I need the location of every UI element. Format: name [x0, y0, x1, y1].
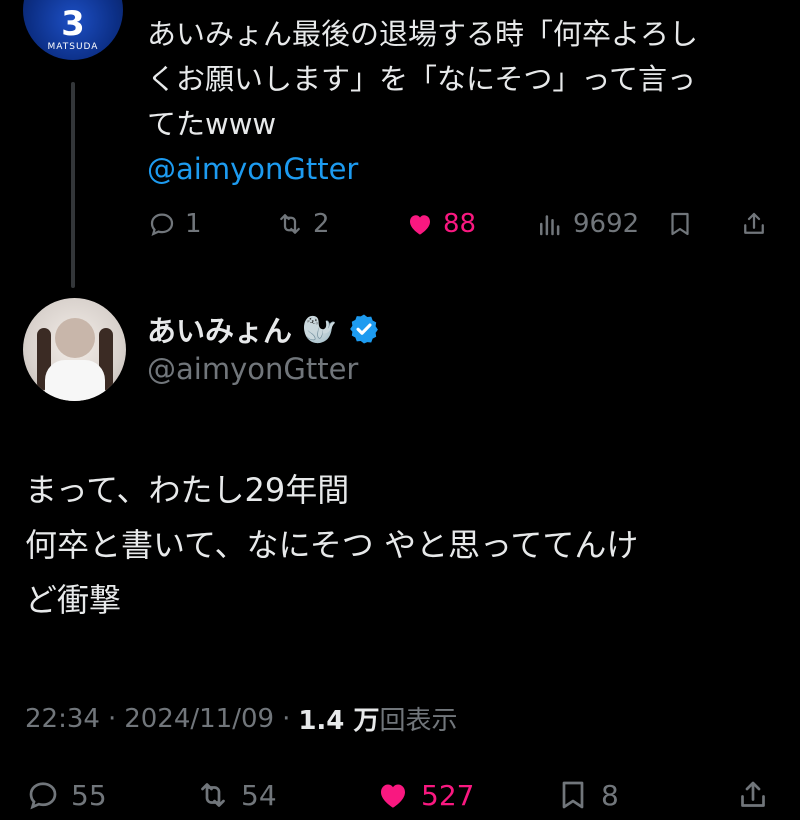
parent-tweet-actions: 1 2 88 9692 — [147, 202, 777, 246]
parent-text-line: てたwww — [147, 107, 277, 141]
share-icon — [744, 212, 764, 234]
bookmark-count: 8 — [601, 778, 619, 812]
avatar-shirt — [45, 360, 105, 401]
retweet-count: 2 — [313, 209, 330, 239]
main-tweet-actions: 55 54 527 8 — [25, 770, 785, 820]
share-button[interactable] — [735, 770, 771, 820]
retweet-icon — [201, 783, 225, 807]
thread-connector-line — [71, 82, 75, 288]
reply-icon — [29, 782, 57, 810]
author-avatar[interactable] — [23, 298, 126, 401]
author-display-name[interactable]: あいみょん 🦭 — [147, 308, 381, 350]
jersey-number: 3 — [61, 4, 85, 44]
main-text-line: ど衝撃 — [25, 581, 122, 619]
like-count: 88 — [443, 209, 477, 239]
main-tweet-text: まって、わたし29年間 何卒と書いて、なにそつ やと思っててんけ ど衝撃 — [25, 463, 785, 628]
view-count: 9692 — [573, 209, 640, 239]
reply-count: 1 — [185, 209, 202, 239]
bookmark-icon — [671, 212, 689, 236]
avatar-face — [55, 318, 95, 358]
retweet-button[interactable]: 54 — [195, 770, 277, 820]
jersey-name: MATSUDA — [47, 42, 99, 52]
reply-button[interactable]: 55 — [25, 770, 107, 820]
tweet-date[interactable]: 2024/11/09 — [124, 704, 274, 734]
analytics-icon — [540, 215, 560, 236]
verified-badge-icon[interactable] — [347, 312, 381, 346]
views-button[interactable]: 9692 — [535, 202, 639, 246]
heart-icon — [410, 215, 430, 235]
mention-link[interactable]: @aimyonGtter — [147, 147, 777, 192]
parent-text-line: あいみょん最後の退場する時「何卒よろし — [147, 17, 699, 51]
display-name-text: あいみょん — [147, 314, 293, 348]
bookmark-button[interactable]: 8 — [555, 770, 619, 820]
main-text-line: まって、わたし29年間 — [25, 471, 350, 509]
bookmark-button[interactable] — [665, 202, 695, 246]
heart-icon — [381, 784, 405, 808]
seal-emoji-icon: 🦭 — [302, 312, 337, 346]
share-icon — [741, 781, 765, 807]
retweet-icon — [280, 214, 300, 234]
tweet-meta: 22:34 · 2024/11/09 · 1.4 万回表示 — [25, 700, 457, 737]
like-button[interactable]: 527 — [375, 770, 474, 820]
view-total: 1.4 万 — [298, 706, 380, 736]
view-stats[interactable]: 1.4 万回表示 — [298, 700, 457, 737]
author-handle[interactable]: @aimyonGtter — [147, 352, 358, 386]
retweet-button[interactable]: 2 — [275, 202, 330, 246]
bookmark-icon — [562, 781, 584, 809]
reply-icon — [150, 213, 174, 237]
main-text-line: 何卒と書いて、なにそつ やと思っててんけ — [25, 526, 639, 564]
meta-separator: · — [107, 703, 117, 734]
reply-button[interactable]: 1 — [147, 202, 202, 246]
reply-count: 55 — [71, 778, 107, 812]
share-button[interactable] — [739, 202, 769, 246]
like-button[interactable]: 88 — [405, 202, 476, 246]
parent-text-line: くお願いします」を「なにそつ」って言っ — [147, 62, 696, 96]
parent-tweet-text: あいみょん最後の退場する時「何卒よろし くお願いします」を「なにそつ」って言っ … — [147, 12, 777, 192]
meta-separator: · — [282, 703, 291, 734]
parent-avatar[interactable]: 3 MATSUDA — [23, 0, 123, 60]
tweet-time[interactable]: 22:34 — [25, 704, 100, 734]
retweet-count: 54 — [241, 778, 277, 812]
like-count: 527 — [421, 778, 475, 812]
view-label: 回表示 — [379, 706, 458, 736]
